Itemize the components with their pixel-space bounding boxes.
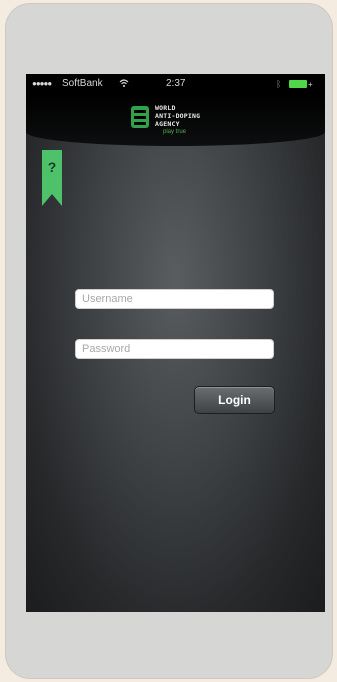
wada-logo: WORLD ANTI-DOPING AGENCY play true (131, 102, 261, 142)
app-header: WORLD ANTI-DOPING AGENCY play true (26, 94, 325, 146)
phone-frame: ●●●●● SoftBank 2:37 ᛒ + WORLD ANTI-DOPIN… (6, 4, 332, 678)
wada-logo-mark-icon (131, 106, 149, 128)
logo-wordmark: WORLD ANTI-DOPING AGENCY (155, 104, 200, 128)
bluetooth-icon: ᛒ (276, 79, 282, 89)
logo-line-anti-doping: ANTI-DOPING (155, 112, 201, 120)
wifi-icon (119, 79, 129, 87)
signal-strength-icon: ●●●●● (32, 79, 52, 88)
carrier-name: SoftBank (62, 78, 103, 89)
logo-line-agency: AGENCY (155, 120, 180, 128)
logo-tagline: play true (163, 129, 187, 135)
battery-icon (289, 80, 307, 88)
logo-line-world: WORLD (155, 104, 176, 112)
password-input[interactable] (75, 339, 274, 359)
status-bar: ●●●●● SoftBank 2:37 ᛒ + (26, 74, 325, 94)
app-screen: ●●●●● SoftBank 2:37 ᛒ + WORLD ANTI-DOPIN… (26, 74, 325, 612)
help-label: ? (47, 159, 57, 175)
username-input[interactable] (75, 289, 274, 309)
charging-icon: + (308, 80, 313, 89)
help-button[interactable]: ? (42, 150, 74, 206)
status-time: 2:37 (166, 78, 186, 89)
login-button[interactable]: Login (194, 386, 275, 414)
